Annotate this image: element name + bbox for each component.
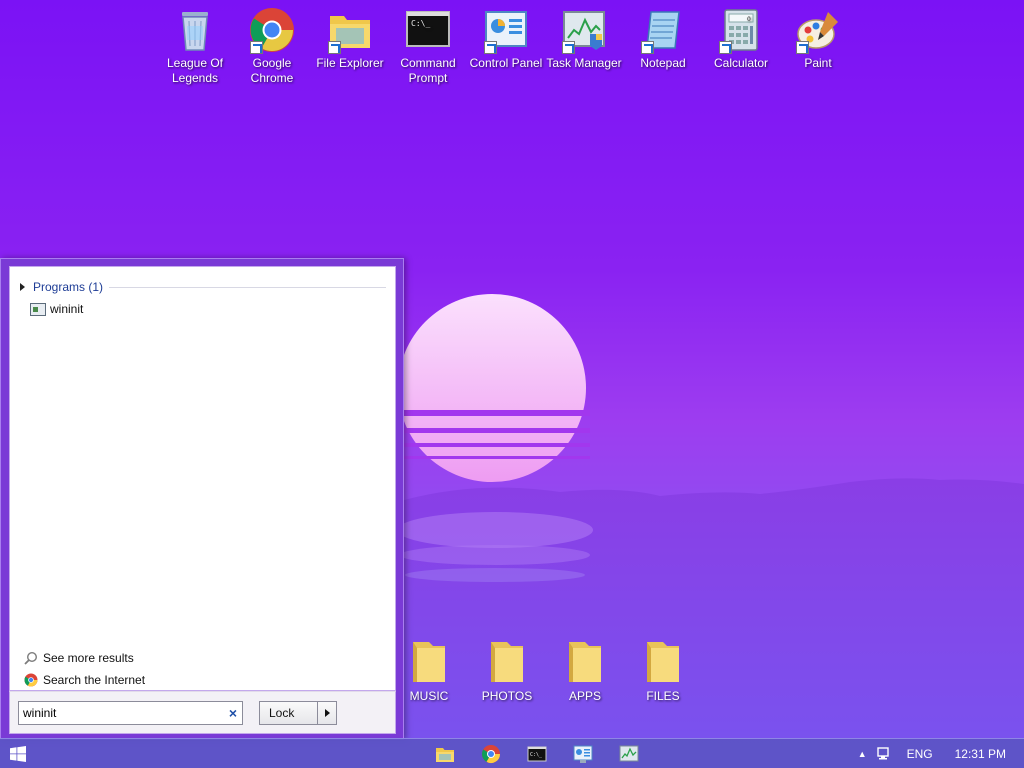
desktop-icon-label: Control Panel [469,56,543,70]
group-divider [109,286,386,288]
desktop-icon-control-panel[interactable]: Control Panel [467,0,545,71]
magnifier-icon [24,651,38,665]
lock-button-label: Lock [269,706,295,720]
shortcut-arrow-icon [641,41,654,54]
desktop-icon-file-explorer[interactable]: File Explorer [311,0,389,71]
calculator-icon: 0 [717,6,765,54]
shortcut-arrow-icon [719,41,732,54]
recycle-bin-icon [171,6,219,54]
desktop-icon-paint[interactable]: Paint [779,0,857,71]
notepad-icon [639,6,687,54]
see-more-results-label: See more results [43,651,134,665]
shortcut-arrow-icon [796,41,809,54]
chrome-icon[interactable] [480,743,502,765]
desktop-icon-label: Calculator [713,56,769,70]
clock[interactable]: 12:31 PM [955,747,1006,761]
search-results-panel: Programs (1) wininit See more results Se… [9,266,396,691]
task-manager-icon [560,6,608,54]
svg-text:0: 0 [747,16,751,23]
search-internet-label: Search the Internet [43,673,146,687]
language-indicator[interactable]: ENG [907,747,933,761]
svg-text:C:\_: C:\_ [411,19,430,28]
folder-photos[interactable]: PHOTOS [468,636,546,703]
shortcut-arrow-icon [484,41,497,54]
shortcut-arrow-icon [562,41,575,54]
desktop-icon-label: Task Manager [546,56,622,70]
expand-arrow-icon[interactable] [20,283,25,291]
programs-group-title[interactable]: Programs (1) [33,280,103,294]
folder-apps[interactable]: APPS [546,636,624,703]
task-manager-icon[interactable] [618,743,640,765]
desktop-icon-notepad[interactable]: Notepad [624,0,702,71]
folder-icon [647,642,679,682]
desktop-icon-label: File Explorer [316,56,384,70]
desktop-icon-label: League Of Legends [166,56,224,85]
svg-text:C:\_: C:\_ [530,752,543,758]
start-menu: Programs (1) wininit See more results Se… [0,258,404,740]
desktop-icon-label: Command Prompt [400,56,456,85]
desktop-icon-label: Notepad [640,56,686,70]
program-icon [30,302,46,316]
file-explorer-icon [326,6,374,54]
control-panel-icon [482,6,530,54]
power-options-arrow-icon[interactable] [317,702,336,724]
start-search-bar: × Lock [9,691,396,734]
clear-search-icon[interactable]: × [229,705,237,721]
folder-icon [491,642,523,682]
see-more-results-link[interactable]: See more results [24,651,134,665]
chrome-icon [248,6,296,54]
file-explorer-icon[interactable] [434,743,456,765]
search-box[interactable]: × [18,701,243,725]
folder-icon [569,642,601,682]
taskbar: C:\_ ▲ ENG 12:31 PM [0,738,1024,768]
folder-label: PHOTOS [481,689,533,703]
control-panel-icon[interactable] [572,743,594,765]
search-input[interactable] [23,706,213,720]
command-prompt-icon: C:\_ [404,6,452,54]
system-tray: ▲ ENG 12:31 PM [850,739,1024,768]
result-label: wininit [50,302,84,316]
programs-group-header[interactable]: Programs (1) [20,279,386,295]
paint-icon [794,6,842,54]
command-prompt-icon[interactable]: C:\_ [526,743,548,765]
folder-label: FILES [646,689,680,703]
search-internet-link[interactable]: Search the Internet [24,673,145,687]
desktop-icon-label: Paint [804,56,832,70]
shortcut-arrow-icon [250,41,263,54]
folder-icon [413,642,445,682]
folder-files[interactable]: FILES [624,636,702,703]
network-icon[interactable] [875,746,891,762]
desktop-icon-command-prompt[interactable]: C:\_ Command Prompt [389,0,467,86]
shortcut-arrow-icon [328,41,341,54]
desktop-icon-league-of-legends[interactable]: League Of Legends [156,0,234,86]
chrome-icon [24,673,38,687]
desktop-icon-google-chrome[interactable]: Google Chrome [233,0,311,86]
desktop-icon-calculator[interactable]: 0 Calculator [702,0,780,71]
folder-label: APPS [568,689,601,703]
windows-start-icon[interactable] [10,746,26,762]
desktop-icon-label: Google Chrome [250,56,294,85]
result-item-wininit[interactable]: wininit [30,301,83,317]
desktop-icon-task-manager[interactable]: Task Manager [545,0,623,71]
show-hidden-icons-icon[interactable]: ▲ [858,749,867,759]
lock-button[interactable]: Lock [259,701,337,725]
